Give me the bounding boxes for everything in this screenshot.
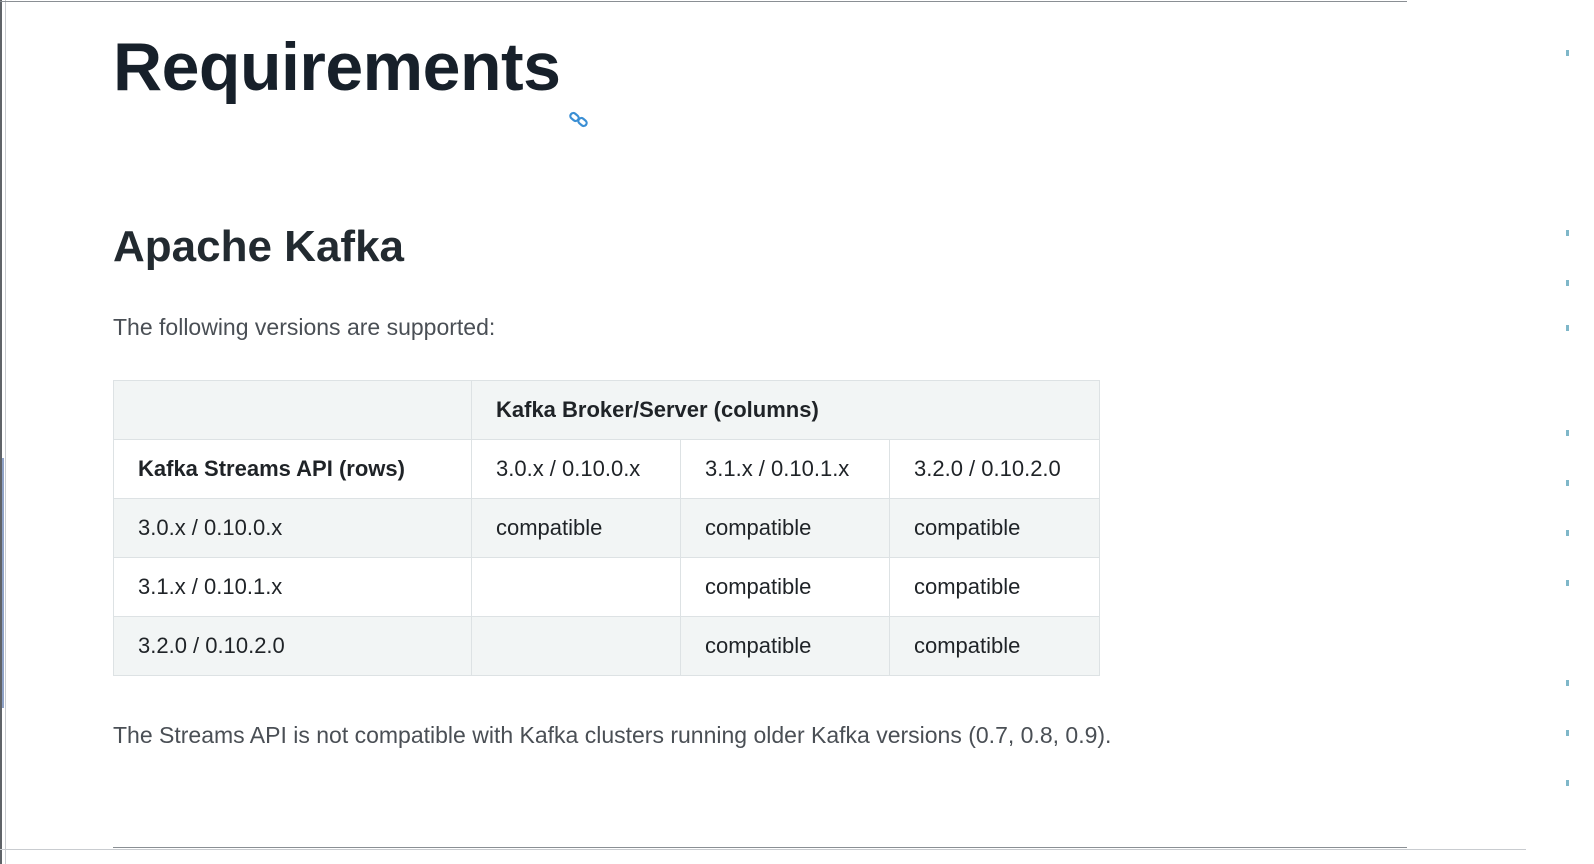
- row-version-cell: 3.1.x / 0.10.1.x: [113, 557, 472, 617]
- columns-header: Kafka Broker/Server (columns): [471, 380, 1100, 440]
- window-left-edge: [5, 0, 6, 864]
- table-row: 3.0.x / 0.10.0.x compatible compatible c…: [113, 498, 1100, 558]
- content-bottom-rule: [113, 847, 1407, 848]
- column-version-header: 3.0.x / 0.10.0.x: [471, 439, 681, 499]
- section-title: Apache Kafka: [113, 222, 405, 271]
- compat-cell: compatible: [471, 498, 681, 558]
- window-left-accent: [2, 458, 4, 708]
- rows-header: Kafka Streams API (rows): [113, 439, 472, 499]
- compat-cell: [471, 616, 681, 676]
- window-top-border: [0, 1, 1407, 2]
- window-bottom-border: [0, 849, 1526, 850]
- table-row: 3.2.0 / 0.10.2.0 compatible compatible: [113, 616, 1100, 676]
- table-row: 3.1.x / 0.10.1.x compatible compatible: [113, 557, 1100, 617]
- compat-cell: [471, 557, 681, 617]
- compatibility-note: The Streams API is not compatible with K…: [113, 722, 1112, 748]
- table-corner-cell: [113, 380, 472, 440]
- page-title-text: Requirements: [113, 29, 561, 105]
- right-scroll-markers: [1566, 0, 1569, 864]
- compatibility-table: Kafka Broker/Server (columns) Kafka Stre…: [113, 380, 1100, 676]
- window-left-border: [0, 0, 2, 864]
- page-title: Requirements: [113, 28, 590, 128]
- table-subheader-row: Kafka Streams API (rows) 3.0.x / 0.10.0.…: [113, 439, 1100, 499]
- compat-cell: compatible: [889, 616, 1100, 676]
- compat-cell: compatible: [889, 557, 1100, 617]
- row-version-cell: 3.0.x / 0.10.0.x: [113, 498, 472, 558]
- compat-cell: compatible: [680, 498, 890, 558]
- compat-cell: compatible: [889, 498, 1100, 558]
- row-version-cell: 3.2.0 / 0.10.2.0: [113, 616, 472, 676]
- table-header-row: Kafka Broker/Server (columns): [113, 380, 1100, 440]
- compat-cell: compatible: [680, 557, 890, 617]
- column-version-header: 3.1.x / 0.10.1.x: [680, 439, 890, 499]
- compat-cell: compatible: [680, 616, 890, 676]
- intro-text: The following versions are supported:: [113, 314, 496, 340]
- column-version-header: 3.2.0 / 0.10.2.0: [889, 439, 1100, 499]
- link-icon[interactable]: [568, 69, 590, 128]
